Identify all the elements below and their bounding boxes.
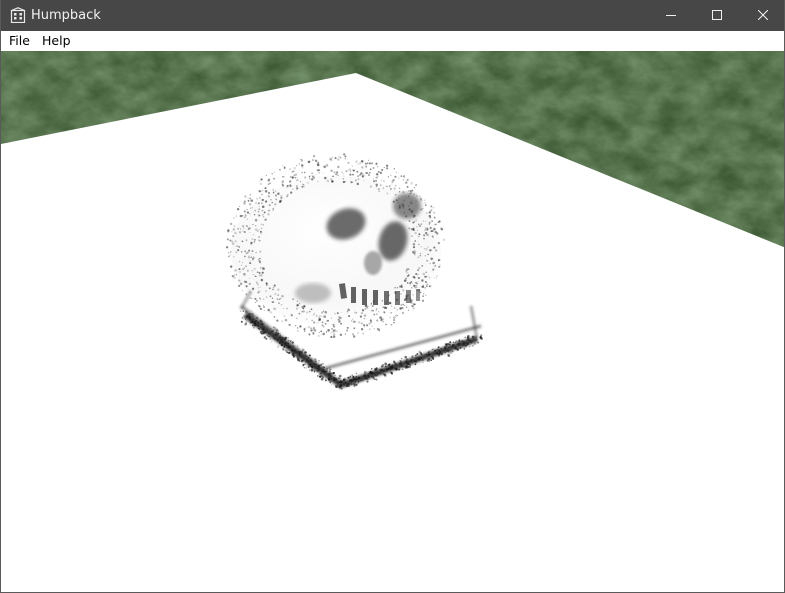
menu-bar: File Help [1,31,784,51]
maximize-button[interactable] [694,0,740,31]
minimize-button[interactable] [648,0,694,31]
scene-canvas [1,51,784,592]
menu-file[interactable]: File [9,33,30,49]
building-icon [10,7,26,24]
maximize-icon [712,10,722,20]
3d-viewport[interactable] [1,51,784,592]
menu-help[interactable]: Help [42,33,71,49]
window-title: Humpback [31,8,101,23]
close-icon [758,10,768,20]
close-button[interactable] [740,0,784,31]
title-bar[interactable]: Humpback [1,0,784,31]
app-window: Humpback File Help [0,0,785,593]
minimize-icon [666,15,676,16]
